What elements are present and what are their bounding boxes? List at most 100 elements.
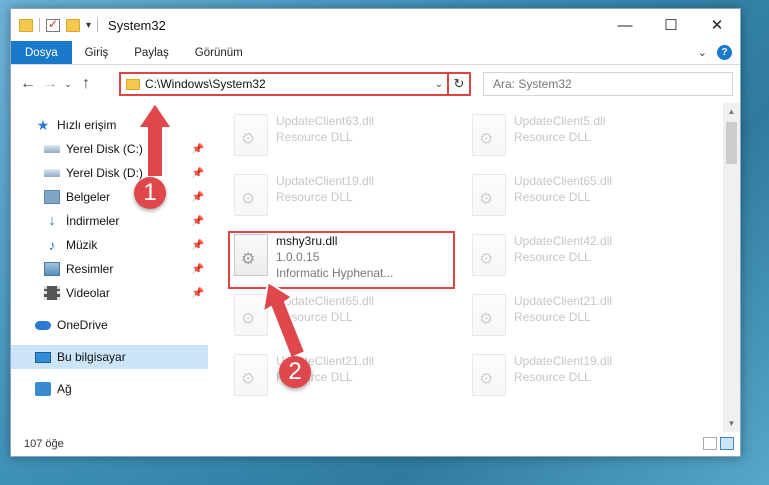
file-item[interactable]: UpdateClient21.dllResource DLL	[230, 351, 458, 403]
tab-home[interactable]: Giriş	[72, 41, 122, 64]
file-description: Resource DLL	[276, 310, 353, 324]
address-bar[interactable]: C:\Windows\System32 ⌄ ↻	[119, 72, 471, 96]
sidebar-item-videos[interactable]: Videolar 📌	[11, 281, 208, 305]
sidebar-item-music[interactable]: ♪ Müzik 📌	[11, 233, 208, 257]
network-icon	[35, 382, 51, 396]
file-name: UpdateClient65.dll	[276, 294, 375, 308]
sidebar-item-label: OneDrive	[57, 318, 108, 332]
videos-icon	[44, 286, 60, 300]
file-description: Resource DLL	[514, 310, 591, 324]
onedrive-icon	[35, 320, 51, 330]
sidebar-item-network[interactable]: Ağ	[11, 377, 208, 401]
scroll-up-icon[interactable]: ▲	[723, 103, 740, 120]
pin-icon: 📌	[191, 239, 204, 251]
pin-icon: 📌	[191, 287, 204, 299]
expand-ribbon-icon[interactable]: ⌄	[698, 46, 707, 59]
file-description: Resource DLL	[514, 190, 591, 204]
details-view-icon[interactable]	[703, 437, 717, 450]
sidebar-item-quick-access[interactable]: ★ Hızlı erişim	[11, 113, 208, 137]
tiles-view-icon[interactable]	[720, 437, 734, 450]
close-button[interactable]: ✕	[694, 9, 740, 41]
title-bar: ▾ System32 — ☐ ✕	[11, 9, 740, 41]
dll-file-icon	[234, 354, 268, 396]
dll-file-icon	[472, 234, 506, 276]
sidebar-item-label: Resimler	[66, 262, 114, 276]
file-item[interactable]: UpdateClient65.dll Resource DLL	[468, 171, 696, 223]
step-callout-2: 2	[279, 356, 311, 388]
window-title: System32	[108, 17, 166, 33]
sidebar-item-label: Videolar	[66, 286, 110, 300]
status-bar: 107 öğe	[11, 432, 740, 456]
file-item[interactable]: UpdateClient5.dll Resource DLL	[468, 111, 696, 163]
sidebar-item-label: Bu bilgisayar	[57, 350, 126, 364]
tab-file[interactable]: Dosya	[11, 41, 72, 64]
scroll-thumb[interactable]	[726, 122, 737, 164]
scroll-down-icon[interactable]: ▼	[723, 415, 740, 432]
pictures-icon	[44, 262, 60, 276]
star-icon: ★	[36, 117, 50, 133]
ribbon-tabs: Dosya Giriş Paylaş Görünüm ⌄ ?	[11, 41, 740, 65]
dll-file-icon	[472, 294, 506, 336]
search-input[interactable]: Ara: System32	[483, 72, 733, 96]
properties-icon[interactable]	[46, 17, 60, 32]
file-item[interactable]: UpdateClient19.dll Resource DLL	[230, 171, 458, 223]
maximize-button[interactable]: ☐	[648, 9, 694, 41]
quick-access-toolbar: ▾	[11, 17, 99, 32]
file-item[interactable]: UpdateClient63.dll Resource DLL	[230, 111, 458, 163]
file-item[interactable]: UpdateClient19.dll Resource DLL	[468, 351, 696, 403]
pin-icon: 📌	[191, 143, 204, 155]
file-name: UpdateClient42.dll	[514, 234, 613, 248]
sidebar-item-this-pc[interactable]: Bu bilgisayar	[11, 345, 208, 369]
customize-toolbar-icon[interactable]: ▾	[86, 20, 91, 31]
sidebar-item-label: İndirmeler	[66, 214, 120, 228]
pin-icon: 📌	[191, 263, 204, 275]
help-icon[interactable]: ?	[717, 45, 732, 60]
divider	[97, 18, 99, 32]
recent-locations-icon[interactable]: ⌄	[61, 79, 75, 90]
step-callout-1: 1	[134, 177, 166, 209]
sidebar-item-documents[interactable]: Belgeler 📌	[11, 185, 208, 209]
drive-icon	[44, 145, 60, 153]
file-name: UpdateClient19.dll	[276, 174, 375, 188]
tab-share[interactable]: Paylaş	[121, 41, 182, 64]
minimize-button[interactable]: —	[602, 9, 648, 41]
file-name: UpdateClient21.dll	[514, 294, 613, 308]
forward-icon[interactable]: →	[39, 75, 61, 93]
vertical-scrollbar[interactable]: ▲ ▼	[723, 103, 740, 432]
file-name: UpdateClient5.dll	[514, 114, 606, 128]
sidebar-item-local-disk-c[interactable]: Yerel Disk (C:) 📌	[11, 137, 208, 161]
pin-icon: 📌	[191, 215, 204, 227]
up-icon[interactable]: ↑	[75, 75, 97, 93]
file-name: UpdateClient63.dll	[276, 114, 375, 128]
file-description: Resource DLL	[276, 130, 353, 144]
item-count: 107 öğe	[24, 438, 64, 450]
file-description: Resource DLL	[514, 370, 591, 384]
dll-file-icon	[472, 354, 506, 396]
file-description: Resource DLL	[276, 190, 353, 204]
sidebar-item-onedrive[interactable]: OneDrive	[11, 313, 208, 337]
dll-file-icon	[472, 114, 506, 156]
dll-file-icon	[472, 174, 506, 216]
file-item[interactable]: UpdateClient65.dll Resource DLL	[230, 291, 458, 343]
music-icon: ♪	[48, 237, 56, 253]
sidebar-item-label: Ağ	[57, 382, 72, 396]
dll-file-icon	[234, 174, 268, 216]
sidebar-item-label: Yerel Disk (D:)	[66, 166, 143, 180]
new-folder-icon[interactable]	[66, 18, 80, 32]
sidebar-item-downloads[interactable]: ↓ İndirmeler 📌	[11, 209, 208, 233]
refresh-icon[interactable]: ↻	[447, 74, 469, 94]
back-icon[interactable]: ←	[17, 75, 39, 93]
sidebar-item-local-disk-d[interactable]: Yerel Disk (D:) 📌	[11, 161, 208, 185]
documents-icon	[44, 190, 60, 204]
sidebar-item-pictures[interactable]: Resimler 📌	[11, 257, 208, 281]
file-item[interactable]: UpdateClient42.dll Resource DLL	[468, 231, 696, 283]
sidebar-item-label: Yerel Disk (C:)	[66, 142, 143, 156]
dll-file-icon	[234, 294, 268, 336]
sidebar-item-label: Müzik	[66, 238, 98, 252]
file-item[interactable]: UpdateClient21.dll Resource DLL	[468, 291, 696, 343]
file-highlight-box	[228, 231, 455, 289]
tab-view[interactable]: Görünüm	[182, 41, 256, 64]
address-path[interactable]: C:\Windows\System32	[145, 77, 431, 91]
drive-icon	[44, 169, 60, 177]
address-dropdown-icon[interactable]: ⌄	[431, 79, 447, 90]
